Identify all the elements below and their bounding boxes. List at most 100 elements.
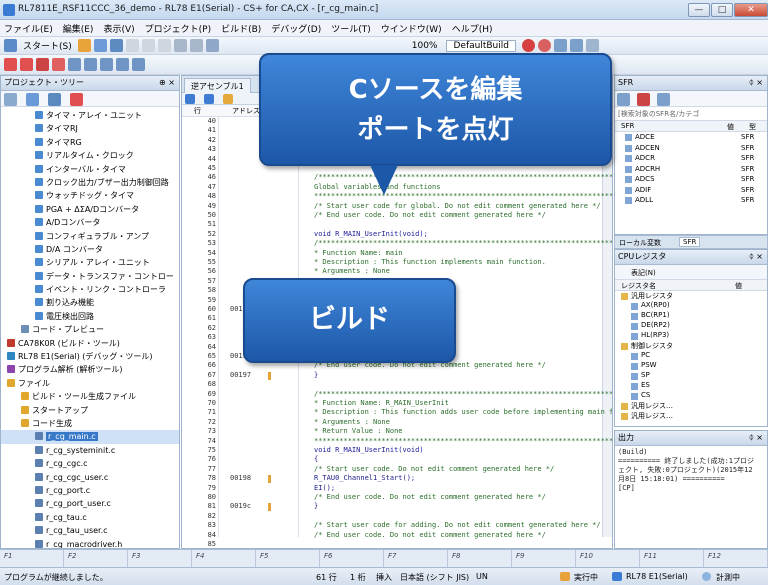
menu-item[interactable]: プロジェクト(P) <box>145 22 211 35</box>
tree-item[interactable]: ウォッチドッグ・タイマ <box>1 189 179 202</box>
build-config-select[interactable]: DefaultBuild <box>446 39 516 52</box>
function-key[interactable]: F10 <box>576 550 640 567</box>
tree-item[interactable]: インターバル・タイマ <box>1 163 179 176</box>
undo-icon[interactable] <box>173 39 187 52</box>
cpu-register-row[interactable]: 汎用レジス… <box>615 401 767 411</box>
run-icon[interactable] <box>521 39 535 52</box>
function-key[interactable]: F4 <box>192 550 256 567</box>
tree-item[interactable]: コード・プレビュー <box>1 323 179 336</box>
function-key[interactable]: F7 <box>384 550 448 567</box>
tree-item[interactable]: イベント・リンク・コントローラ <box>1 283 179 296</box>
cpu-register-row[interactable]: AX(RP0) <box>615 301 767 311</box>
function-key[interactable]: F2 <box>64 550 128 567</box>
tree-item[interactable]: スタートアップ <box>1 404 179 417</box>
function-key[interactable]: F8 <box>448 550 512 567</box>
rebuild-icon[interactable] <box>20 58 33 71</box>
tree-item[interactable]: プログラム解析 (解析ツール) <box>1 363 179 376</box>
redo-icon[interactable] <box>189 39 203 52</box>
sfr-row[interactable]: ADCS SFR <box>615 174 767 185</box>
window-icon[interactable] <box>84 58 97 71</box>
tree-props-icon[interactable] <box>47 93 61 106</box>
sfr-row[interactable]: ADIF SFR <box>615 185 767 196</box>
cpu-register-row[interactable]: 汎用レジス… <box>615 411 767 421</box>
step-icon[interactable] <box>553 39 567 52</box>
event-marker[interactable] <box>268 371 271 380</box>
tree-item[interactable]: A/Dコンバータ <box>1 216 179 229</box>
tab-disassemble[interactable]: 逆アセンブル1 <box>184 78 251 93</box>
cpu-register-row[interactable]: CS <box>615 391 767 401</box>
search-icon[interactable] <box>205 39 219 52</box>
sfr-close-icon[interactable]: ᛰ × <box>749 76 763 90</box>
cpu-close-icon[interactable]: ᛰ × <box>749 250 763 264</box>
tree-item[interactable]: r_cg_main.c <box>1 430 179 444</box>
function-key[interactable]: F6 <box>320 550 384 567</box>
tree-item[interactable]: r_cg_tau.c <box>1 511 179 524</box>
sfr-row[interactable]: ADCR SFR <box>615 153 767 164</box>
tree-item[interactable]: r_cg_cgc_user.c <box>1 471 179 484</box>
function-key[interactable]: F11 <box>640 550 704 567</box>
sfr-filter-input[interactable]: [検索対象のSFR名/カテゴ <box>615 107 767 121</box>
zoom-level[interactable]: 100% <box>412 41 438 51</box>
menu-item[interactable]: 編集(E) <box>63 22 94 35</box>
minimize-button[interactable]: — <box>688 3 710 17</box>
cpu-register-row[interactable]: BC(RP1) <box>615 311 767 321</box>
window2-icon[interactable] <box>100 58 113 71</box>
tree-refresh-icon[interactable] <box>25 93 39 106</box>
tab-local-vars[interactable]: ローカル変数 <box>619 238 661 248</box>
tree-item[interactable]: ファイル <box>1 377 179 390</box>
download-icon[interactable] <box>68 58 81 71</box>
tree-item[interactable]: PGA + ΔΣA/Dコンバータ <box>1 203 179 216</box>
sfr-row[interactable]: ADCRH SFR <box>615 164 767 175</box>
cpu-register-row[interactable]: HL(RP3) <box>615 331 767 341</box>
tree-item[interactable]: r_cg_port_user.c <box>1 497 179 510</box>
maximize-button[interactable]: □ <box>711 3 733 17</box>
save-all-icon[interactable] <box>109 39 123 52</box>
tree-item[interactable]: リアルタイム・クロック <box>1 149 179 162</box>
event-marker[interactable] <box>268 475 271 484</box>
menu-item[interactable]: ウインドウ(W) <box>381 22 442 35</box>
save-icon[interactable] <box>93 39 107 52</box>
window3-icon[interactable] <box>116 58 129 71</box>
cpu-register-row[interactable]: DE(RP2) <box>615 321 767 331</box>
open-icon[interactable] <box>77 39 91 52</box>
close-button[interactable]: ✕ <box>734 3 768 17</box>
cpu-notation-button[interactable]: 表記(N) <box>615 265 767 280</box>
menu-item[interactable]: ファイル(E) <box>4 22 53 35</box>
editor-nav2-icon[interactable] <box>203 94 214 104</box>
cpu-register-row[interactable]: ES <box>615 381 767 391</box>
tree-item[interactable]: r_cg_cgc.c <box>1 457 179 470</box>
tree-item[interactable]: タイマRG <box>1 136 179 149</box>
sfr-icon-3[interactable] <box>656 93 670 106</box>
menu-item[interactable]: ヘルプ(H) <box>452 22 493 35</box>
tree-up-icon[interactable] <box>4 93 17 106</box>
function-key[interactable]: F9 <box>512 550 576 567</box>
start-button[interactable]: スタート(S) <box>23 39 72 52</box>
sfr-row[interactable]: ADCEN SFR <box>615 143 767 154</box>
tree-item[interactable]: ビルド・ツール生成ファイル <box>1 390 179 403</box>
editor-nav-icon[interactable] <box>185 94 195 104</box>
tree-item[interactable]: タイマ・アレイ・ユニット <box>1 109 179 122</box>
tree-item[interactable]: r_cg_tau_user.c <box>1 524 179 537</box>
menu-item[interactable]: デバッグ(D) <box>271 22 321 35</box>
menu-item[interactable]: 表示(V) <box>103 22 134 35</box>
build-icon[interactable] <box>4 58 17 71</box>
copy-icon[interactable] <box>141 39 155 52</box>
menu-item[interactable]: ツール(T) <box>331 22 371 35</box>
step-over-icon[interactable] <box>569 39 583 52</box>
tree-item[interactable]: 割り込み機能 <box>1 296 179 309</box>
sfr-row[interactable]: ADCE SFR <box>615 132 767 143</box>
cut-icon[interactable] <box>125 39 139 52</box>
tree-item[interactable]: コンフィギュラブル・アンプ <box>1 230 179 243</box>
step-out-icon[interactable] <box>585 39 599 52</box>
build-download-icon[interactable] <box>52 58 65 71</box>
tree-item[interactable]: RL78 E1(Serial) (デバッグ・ツール) <box>1 350 179 363</box>
tree-item[interactable]: クロック出力/ブザー出力制御回路 <box>1 176 179 189</box>
output-close-icon[interactable]: ᛰ × <box>749 431 763 445</box>
sfr-icon-1[interactable] <box>617 93 630 106</box>
tree-item[interactable]: データ・トランスファ・コントロー <box>1 270 179 283</box>
clean-icon[interactable] <box>36 58 49 71</box>
cpu-register-row[interactable]: 汎用レジスタ <box>615 291 767 301</box>
function-key[interactable]: F1 <box>0 550 64 567</box>
tree-item[interactable]: D/A コンバータ <box>1 243 179 256</box>
cpu-register-row[interactable]: PC <box>615 351 767 361</box>
